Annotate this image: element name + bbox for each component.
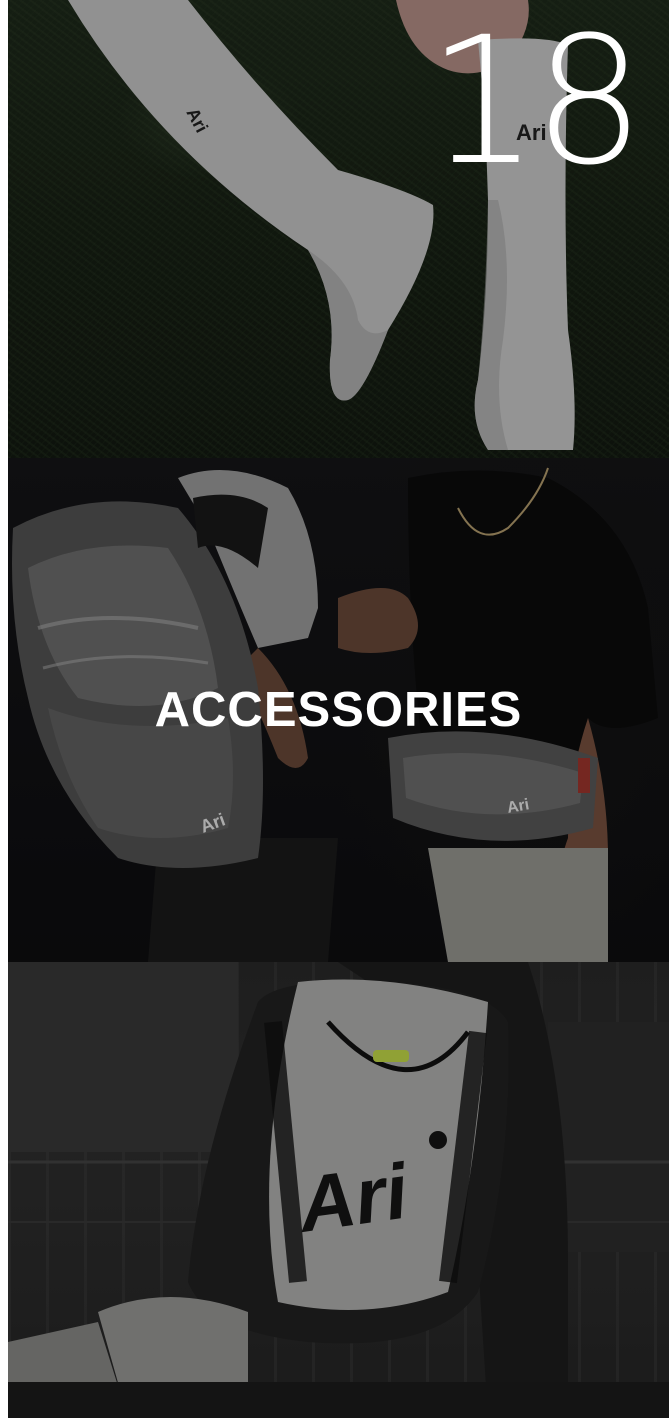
backpack-photo: Ari	[8, 962, 669, 1418]
page: Ari Ari 18 Ari Ari ACCESSORIES Ari	[0, 0, 669, 1418]
issue-number: 18	[427, 0, 645, 204]
backpack-logo: Ari	[291, 1146, 414, 1249]
backpack-illustration: Ari	[8, 962, 669, 1418]
section-title: ACCESSORIES	[154, 683, 523, 737]
socks-photo: Ari Ari 18	[8, 0, 669, 458]
accessories-banner[interactable]: Ari Ari ACCESSORIES	[8, 458, 669, 962]
